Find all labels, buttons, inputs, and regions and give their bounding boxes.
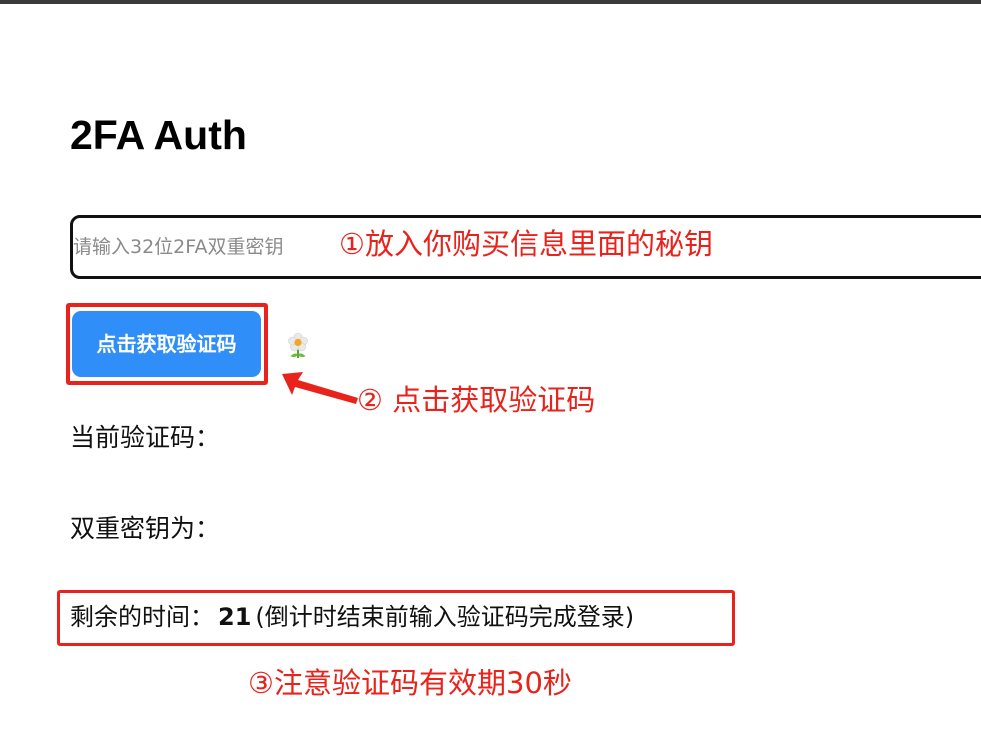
window-top-border <box>0 0 981 4</box>
annotation-step-3: ③注意验证码有效期30秒 <box>248 666 572 700</box>
page-title: 2FA Auth <box>70 112 247 158</box>
current-code-label: 当前验证码： <box>70 423 221 452</box>
timer-note: (倒计时结束前输入验证码完成登录) <box>255 603 635 631</box>
annotation-step-1: ①放入你购买信息里面的秘钥 <box>339 227 713 261</box>
timer-label: 剩余的时间： <box>70 603 214 631</box>
page: 2FA Auth ①放入你购买信息里面的秘钥 点击获取验证码 ② 点击获取验证码… <box>0 0 981 748</box>
flower-icon <box>288 332 308 358</box>
secret-key-row: 双重密钥为： <box>70 516 220 541</box>
arrow-left-icon <box>282 372 358 404</box>
get-code-button[interactable]: 点击获取验证码 <box>72 311 261 377</box>
annotation-step-2: ② 点击获取验证码 <box>357 383 596 417</box>
timer-seconds: 21 <box>218 603 252 631</box>
timer-row: 剩余的时间： 21 (倒计时结束前输入验证码完成登录) <box>70 605 634 629</box>
current-code-row: 当前验证码： <box>70 425 220 450</box>
secret-key-label: 双重密钥为： <box>70 514 221 543</box>
